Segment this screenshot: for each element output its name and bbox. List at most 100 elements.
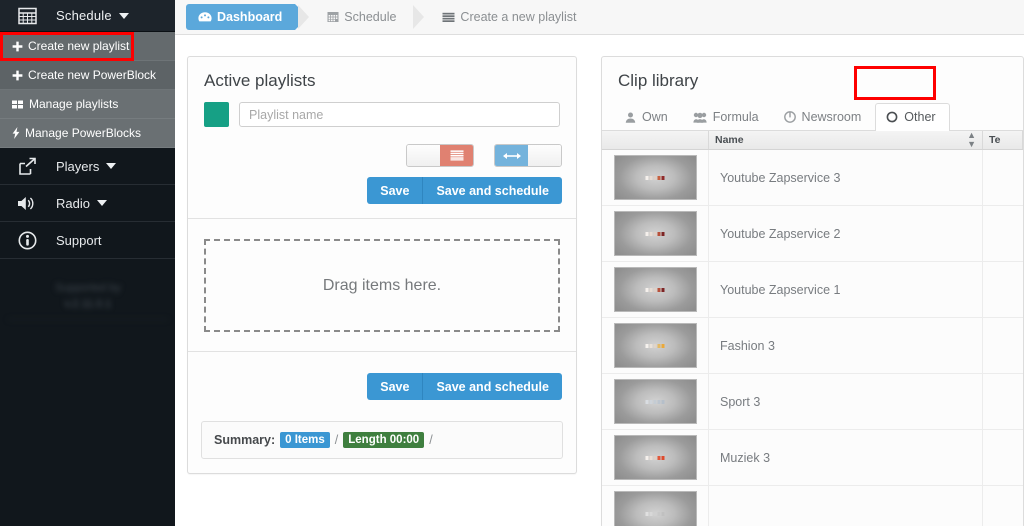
sidebar-item-manage-playlists[interactable]: Manage playlists: [0, 90, 175, 119]
sidebar-footer: Supported by v.2.11.0.1: [8, 281, 168, 320]
plus-icon: [12, 70, 23, 81]
playlist-name-input[interactable]: [239, 102, 560, 127]
clip-te-cell: [983, 486, 1023, 526]
table-row[interactable]: Muziek 3: [602, 430, 1023, 486]
clip-library-tabs: Own Formula Newsroom Other: [602, 102, 1023, 131]
playlist-name-row: [188, 102, 576, 127]
sidebar-header-schedule[interactable]: Schedule: [0, 0, 175, 32]
list-icon: [442, 12, 455, 23]
grid-icon: [12, 100, 24, 109]
clip-table-rows: Youtube Zapservice 3 Youtube Zapservice …: [602, 150, 1023, 526]
layout-toggle[interactable]: [406, 144, 474, 167]
save-button[interactable]: Save: [367, 177, 424, 204]
speaker-icon: [14, 195, 40, 212]
calendar-icon: [14, 6, 40, 25]
sort-icon[interactable]: ▲ ▼: [967, 131, 976, 149]
clip-thumbnail: [613, 379, 697, 424]
sidebar-item-label: Create new playlist: [28, 39, 130, 53]
clip-name: Youtube Zapservice 2: [709, 206, 983, 261]
clip-thumbnail: [613, 323, 697, 368]
dropzone-label: Drag items here.: [322, 276, 442, 294]
width-toggle[interactable]: [494, 144, 562, 167]
sidebar-item-create-new-powerblock[interactable]: Create new PowerBlock: [0, 61, 175, 90]
breadcrumb-item-create-a-new-playlist[interactable]: Create a new playlist: [413, 4, 590, 30]
calendar-icon: [327, 11, 339, 23]
bolt-icon: [12, 127, 20, 139]
chevron-down-icon: [118, 12, 129, 19]
width-toggle-right[interactable]: [528, 145, 561, 166]
summary-trailing-separator: /: [429, 433, 433, 447]
column-header-thumbnail: [602, 131, 709, 149]
clip-te-cell: [983, 262, 1023, 317]
clip-thumbnail: [613, 435, 697, 480]
sidebar-item-manage-powerblocks[interactable]: Manage PowerBlocks: [0, 119, 175, 148]
user-icon: [625, 112, 636, 123]
column-header-name-label: Name: [715, 134, 744, 146]
table-row[interactable]: Youtube Zapservice 2: [602, 206, 1023, 262]
clip-thumbnail: [613, 211, 697, 256]
breadcrumb: Dashboard Schedule Create a new playlist: [175, 0, 1024, 35]
thumbnail-dots: [645, 455, 665, 460]
table-row[interactable]: Youtube Zapservice 3: [602, 150, 1023, 206]
table-row[interactable]: [602, 486, 1023, 526]
playlist-actions-bottom: Save Save and schedule: [188, 363, 576, 414]
dropzone-wrapper: Drag items here.: [188, 218, 576, 351]
active-playlists-column: Active playlists Playlist name Save Save…: [187, 56, 577, 526]
sidebar-footer-line1: Supported by: [55, 282, 121, 294]
clip-name: [709, 486, 983, 526]
save-and-schedule-button[interactable]: Save and schedule: [423, 177, 562, 204]
info-icon: [14, 231, 40, 250]
playlist-footer: Save Save and schedule Summary: 0 Items …: [188, 351, 576, 459]
clip-te-cell: [983, 374, 1023, 429]
clip-name: Sport 3: [709, 374, 983, 429]
breadcrumb-item-schedule[interactable]: Schedule: [298, 4, 410, 30]
summary-separator: /: [334, 433, 339, 447]
tab-other[interactable]: Other: [875, 103, 950, 131]
thumbnail-dots: [645, 511, 665, 516]
table-row[interactable]: Sport 3: [602, 374, 1023, 430]
save-button-footer[interactable]: Save: [367, 373, 424, 400]
save-and-schedule-button-footer[interactable]: Save and schedule: [423, 373, 562, 400]
clip-thumbnail-cell: [602, 430, 709, 485]
sidebar-header-label: Schedule: [56, 8, 112, 23]
tab-newsroom[interactable]: Newsroom: [773, 103, 876, 131]
column-header-name[interactable]: Name ▲ ▼: [709, 131, 983, 149]
sidebar-item-label: Players: [56, 158, 100, 174]
playlist-color-swatch[interactable]: [204, 102, 229, 127]
clip-te-cell: [983, 206, 1023, 261]
column-header-te: Te: [983, 131, 1023, 149]
tab-formula[interactable]: Formula: [682, 103, 773, 131]
main-content: Dashboard Schedule Create a new playlist…: [175, 0, 1024, 526]
sidebar-item-create-new-playlist[interactable]: Create new playlist: [0, 32, 175, 61]
thumbnail-dots: [645, 175, 665, 180]
summary-label: Summary:: [214, 433, 276, 447]
thumbnail-dots: [645, 343, 665, 348]
table-row[interactable]: Fashion 3: [602, 318, 1023, 374]
layout-toggle-right[interactable]: [440, 145, 473, 166]
table-row[interactable]: Youtube Zapservice 1: [602, 262, 1023, 318]
playlist-dropzone[interactable]: Drag items here.: [204, 239, 560, 332]
sidebar-item-label: Manage PowerBlocks: [25, 126, 142, 140]
summary-items-badge: 0 Items: [280, 432, 330, 448]
layout-toggle-left[interactable]: [407, 145, 440, 166]
width-toggle-left[interactable]: [495, 145, 528, 166]
chevron-down-icon: [96, 200, 107, 206]
tab-label: Other: [904, 110, 936, 124]
dashboard-icon: [198, 11, 212, 23]
tab-own[interactable]: Own: [614, 103, 682, 131]
sidebar-item-radio[interactable]: Radio: [0, 185, 175, 222]
sidebar-item-support[interactable]: Support: [0, 222, 175, 259]
breadcrumb-item-dashboard[interactable]: Dashboard: [186, 4, 309, 30]
summary-length-badge: Length 00:00: [343, 432, 425, 448]
tab-label: Own: [642, 110, 668, 124]
sidebar-item-players[interactable]: Players: [0, 148, 175, 185]
clock-icon: [783, 111, 796, 123]
tab-label: Newsroom: [801, 110, 862, 124]
clip-thumbnail: [613, 491, 697, 526]
sidebar-item-label: Radio: [56, 195, 90, 211]
clip-library-column: Clip library Own Formula Newsroom Other …: [601, 56, 1024, 526]
sidebar-item-label: Create new PowerBlock: [28, 68, 157, 82]
clip-library-panel: Clip library Own Formula Newsroom Other …: [601, 56, 1024, 526]
clip-thumbnail-cell: [602, 150, 709, 205]
chevron-down-icon: [106, 163, 117, 169]
